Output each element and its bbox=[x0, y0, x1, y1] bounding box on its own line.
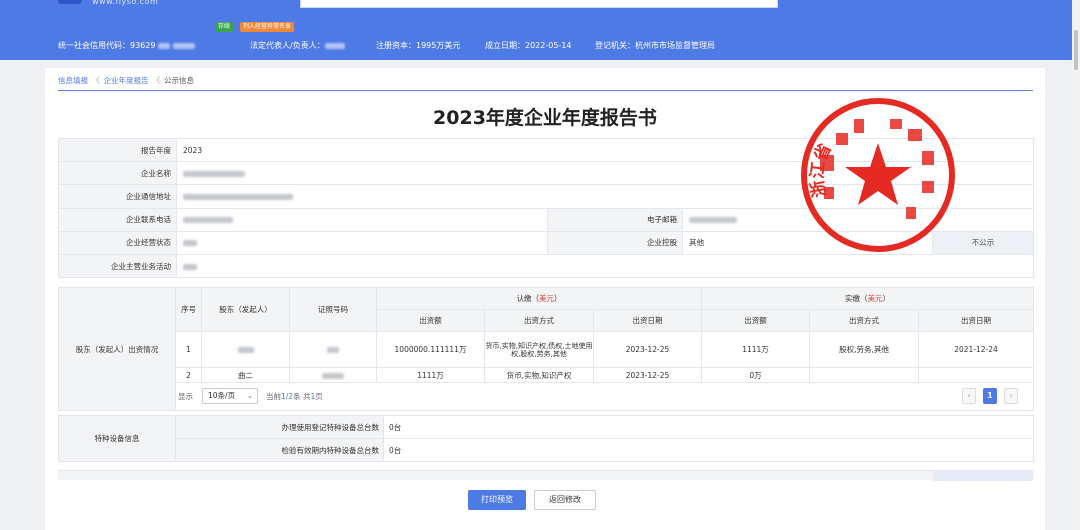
next-section-strip bbox=[58, 470, 1033, 481]
pager-show-label: 显示 bbox=[178, 391, 193, 401]
row-act-method: 股权,劳务,其他 bbox=[809, 331, 920, 368]
row-sub-method: 货币,实物,知识产权,债权,土地使用权,股权,劳务,其他 bbox=[484, 331, 594, 368]
row-act-date bbox=[918, 367, 1035, 383]
scrollbar-thumb[interactable] bbox=[1074, 30, 1078, 70]
row-holder bbox=[201, 331, 290, 368]
row-no: 2 bbox=[175, 367, 202, 383]
registered-capital: 注册资本：1995万美元 bbox=[376, 41, 461, 50]
col-subscribed: 认缴（美元） bbox=[375, 287, 703, 310]
row-sub-date: 2023-12-25 bbox=[592, 331, 703, 368]
row-sub-amount: 1000000.111111万 bbox=[376, 331, 485, 368]
row-sub-date: 2023-12-25 bbox=[592, 367, 703, 383]
pagination: 显示 10条/页 ⌄ 当前1/2条 共1页 ‹ 1 › bbox=[178, 385, 1033, 409]
table-row: 1 1000000.111111万 货币,实物,知识产权,债权,土地使用权,股权… bbox=[59, 331, 1035, 368]
col-act-method: 出资方式 bbox=[809, 309, 920, 332]
phone-value bbox=[176, 207, 548, 232]
business-label: 企业主营业务活动 bbox=[58, 253, 177, 279]
breadcrumb-divider bbox=[58, 90, 1033, 91]
table-row: 2 曲二 1111万 货币,实物,知识产权 2023-12-25 0万 bbox=[59, 367, 1035, 383]
page-scrollbar[interactable] bbox=[1072, 0, 1080, 530]
breadcrumb-annual-report[interactable]: 企业年度报告 bbox=[104, 76, 149, 85]
site-logo bbox=[58, 0, 82, 4]
credit-code: 统一社会信用代码：93629 bbox=[58, 40, 195, 51]
registered-equipment-label: 办理使用登记特种设备总台数 bbox=[175, 415, 384, 439]
row-no: 1 bbox=[175, 331, 202, 368]
holding-label: 企业控股 bbox=[547, 230, 683, 255]
back-edit-button[interactable]: 返回修改 bbox=[534, 490, 596, 510]
row-act-amount: 0万 bbox=[701, 367, 811, 383]
row-act-amount: 1111万 bbox=[701, 331, 811, 368]
row-sub-method: 货币,实物,知识产权 bbox=[484, 367, 594, 383]
report-year-label: 报告年度 bbox=[58, 137, 177, 163]
row-holder: 曲二 bbox=[201, 367, 290, 383]
special-equipment-table: 特种设备信息 办理使用登记特种设备总台数 0台 检验有效期内特种设备总台数 0台 bbox=[58, 415, 1034, 462]
pager-info: 当前1/2条 共1页 bbox=[266, 391, 323, 401]
col-act-date: 出资日期 bbox=[918, 309, 1035, 332]
pagination-row: 显示 10条/页 ⌄ 当前1/2条 共1页 ‹ 1 › bbox=[174, 382, 1035, 411]
col-sub-amount: 出资额 bbox=[376, 309, 485, 332]
company-name-label: 企业名称 bbox=[58, 161, 177, 186]
col-shareholder: 股东（发起人） bbox=[201, 287, 290, 332]
breadcrumb-info-fill[interactable]: 信息填报 bbox=[58, 76, 88, 85]
shareholder-table: 股东（发起人）出资情况 序号 股东（发起人） 证照号码 认缴（美元） 实缴（美元… bbox=[58, 287, 1035, 411]
established-date: 成立日期：2022-05-14 bbox=[485, 41, 572, 50]
row-sub-amount: 1111万 bbox=[376, 367, 485, 383]
site-url-fragment: www.fiyso.com bbox=[92, 0, 159, 6]
company-header: www.fiyso.com 存续 列入经营异常名录 统一社会信用代码：93629… bbox=[0, 0, 1080, 60]
official-seal: 浙江省 bbox=[801, 98, 955, 252]
chevron-down-icon: ⌄ bbox=[246, 390, 253, 400]
status-label: 企业经营状态 bbox=[58, 230, 177, 255]
row-act-method bbox=[809, 367, 920, 383]
phone-label: 企业联系电话 bbox=[58, 207, 177, 232]
inspected-equipment-value: 0台 bbox=[383, 438, 1034, 462]
col-cert-no: 证照号码 bbox=[289, 287, 377, 332]
status-tag-active: 存续 bbox=[215, 22, 234, 32]
breadcrumb-public-info: 公示信息 bbox=[164, 76, 194, 85]
col-act-amount: 出资额 bbox=[701, 309, 811, 332]
status-value bbox=[176, 230, 548, 255]
row-cert bbox=[289, 331, 377, 368]
breadcrumb: 信息填报〈企业年度报告〈公示信息 bbox=[58, 76, 194, 85]
status-tag-abnormal: 列入经营异常名录 bbox=[240, 22, 295, 32]
col-sub-date: 出资日期 bbox=[592, 309, 703, 332]
registration-authority: 登记机关：杭州市市场监督管理局 bbox=[595, 41, 715, 50]
col-paid-in: 实缴（美元） bbox=[701, 287, 1035, 310]
next-page-button[interactable]: › bbox=[1004, 387, 1018, 404]
business-value bbox=[175, 253, 1035, 279]
row-cert bbox=[289, 367, 377, 383]
legal-representative: 法定代表人/负责人： bbox=[250, 40, 345, 51]
address-label: 企业通信地址 bbox=[58, 184, 177, 209]
row-act-date: 2021-12-24 bbox=[918, 331, 1035, 368]
col-sub-method: 出资方式 bbox=[484, 309, 594, 332]
seal-star-icon bbox=[845, 143, 911, 205]
email-label: 电子邮箱 bbox=[547, 207, 683, 232]
shareholder-section-label: 股东（发起人）出资情况 bbox=[58, 287, 176, 411]
page-1-button[interactable]: 1 bbox=[983, 387, 997, 404]
col-no: 序号 bbox=[175, 287, 202, 332]
prev-page-button[interactable]: ‹ bbox=[962, 387, 976, 404]
page-size-select[interactable]: 10条/页 ⌄ bbox=[202, 387, 258, 404]
inspected-equipment-label: 检验有效期内特种设备总台数 bbox=[175, 438, 384, 462]
print-preview-button[interactable]: 打印预览 bbox=[468, 490, 526, 510]
special-equipment-label: 特种设备信息 bbox=[58, 415, 176, 462]
registered-equipment-value: 0台 bbox=[383, 415, 1034, 439]
header-search-box[interactable] bbox=[300, 0, 778, 8]
